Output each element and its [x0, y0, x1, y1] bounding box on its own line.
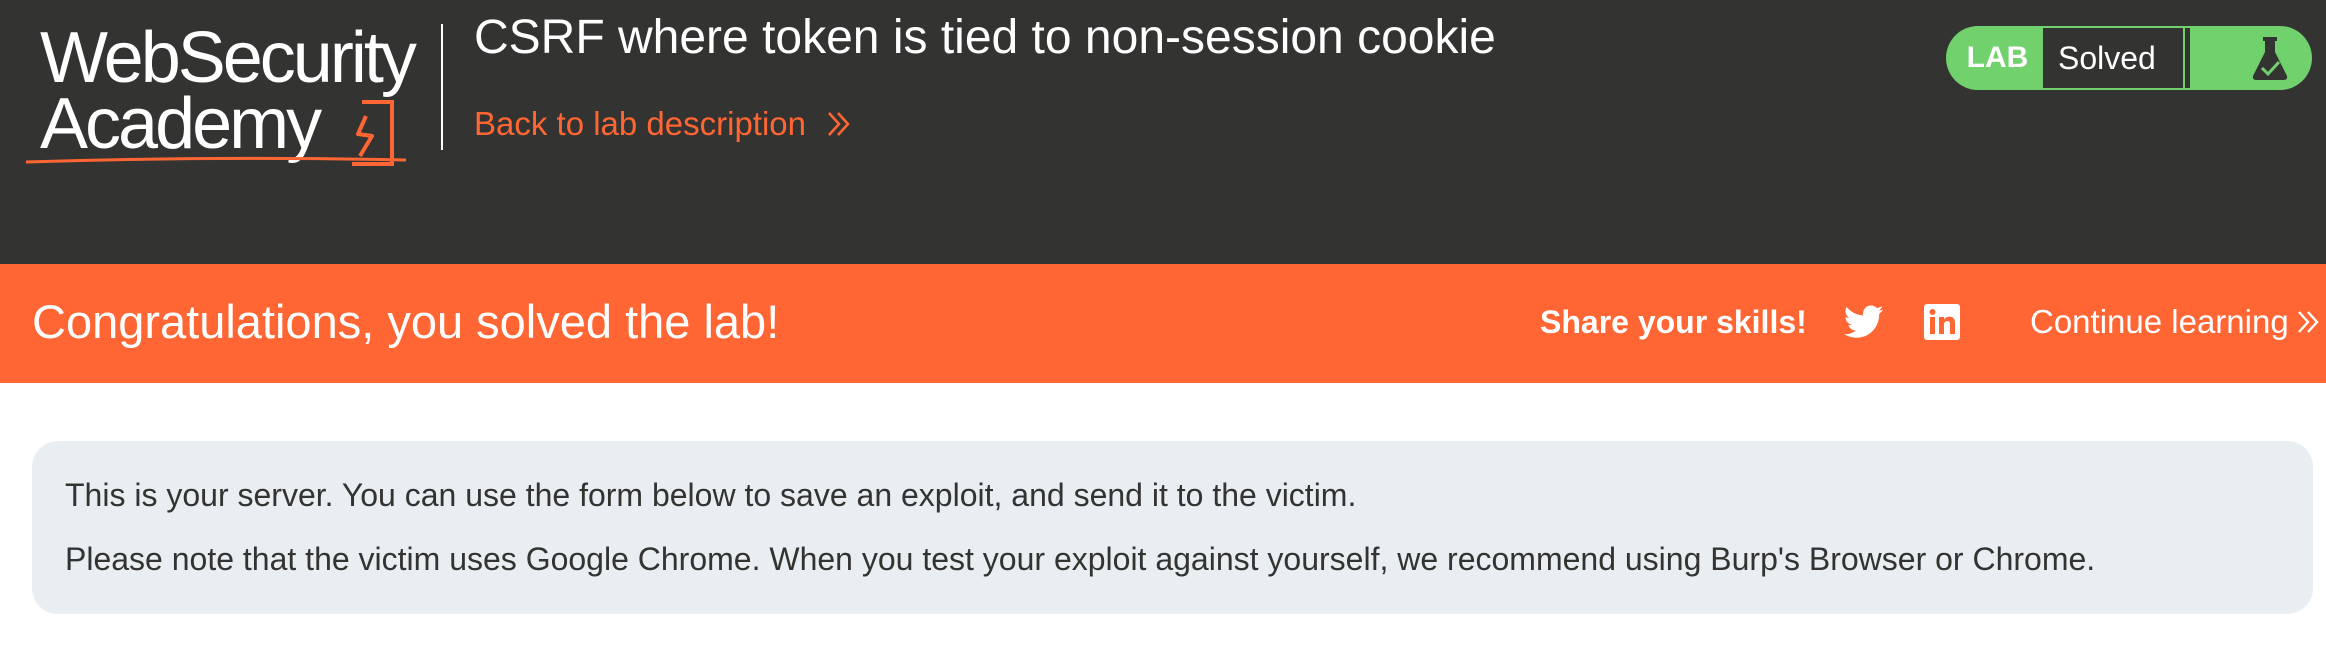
web-security-academy-logo[interactable]: WebSecurity Academy — [25, 18, 442, 168]
congratulations-message: Congratulations, you solved the lab! — [32, 295, 780, 348]
server-info-box: This is your server. You can use the for… — [32, 441, 2313, 614]
info-text-line2: Please note that the victim uses Google … — [65, 541, 2096, 577]
linkedin-icon[interactable] — [1924, 304, 1960, 340]
twitter-icon[interactable] — [1844, 304, 1884, 340]
status-state-text: Solved — [2043, 28, 2183, 88]
double-chevron-right-icon — [828, 112, 850, 136]
top-header: WebSecurity Academy CSRF where token is … — [0, 0, 2326, 264]
lab-title: CSRF where token is tied to non-session … — [474, 11, 1496, 64]
continue-learning-label: Continue learning — [2030, 303, 2289, 340]
back-link-label: Back to lab description — [474, 105, 807, 142]
double-chevron-right-icon — [2297, 311, 2319, 333]
share-skills-label: Share your skills! — [1540, 304, 1807, 340]
flask-check-icon — [2252, 37, 2288, 80]
info-text-line1: This is your server. You can use the for… — [65, 477, 1357, 513]
status-lab-label: LAB — [1966, 41, 2029, 74]
status-spacer — [2185, 28, 2190, 88]
logo-text-line2: Academy — [40, 84, 322, 164]
congratulations-banner: Congratulations, you solved the lab! Sha… — [0, 264, 2326, 383]
back-to-lab-description-link[interactable]: Back to lab description — [474, 104, 854, 144]
logo-underline — [25, 156, 407, 164]
lab-status-widget: LAB Solved — [1946, 26, 2312, 90]
logo-divider — [441, 24, 443, 150]
continue-learning-link[interactable]: Continue learning — [2030, 302, 2323, 342]
